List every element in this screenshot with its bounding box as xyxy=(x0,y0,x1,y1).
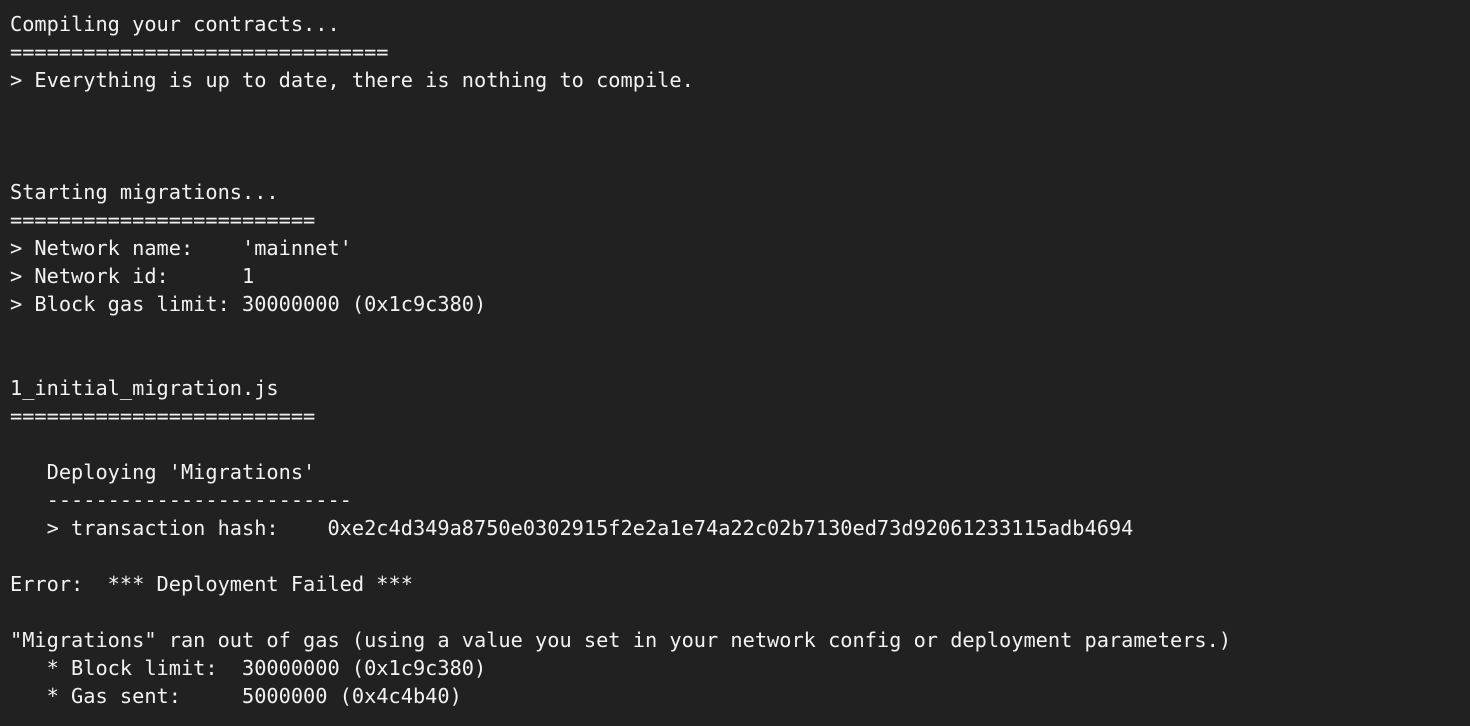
terminal-line-migrations-rule: ========================= xyxy=(10,208,316,232)
terminal-line-blank-4 xyxy=(10,318,1470,346)
terminal-line-deploying-contract: Deploying 'Migrations' xyxy=(10,460,316,484)
terminal-line-blank-1 xyxy=(10,94,1470,122)
terminal-line-error-deployment-failed: Error: *** Deployment Failed *** xyxy=(10,572,413,596)
terminal-line-blank-6 xyxy=(10,430,1470,458)
terminal-line-error-out-of-gas: "Migrations" ran out of gas (using a val… xyxy=(10,628,1232,652)
terminal-line-deploying-rule: ------------------------- xyxy=(10,488,352,512)
terminal-line-blank-7 xyxy=(10,542,1470,570)
terminal-line-error-gas-sent: * Gas sent: 5000000 (0x4c4b40) xyxy=(10,684,462,708)
terminal-line-blank-8 xyxy=(10,598,1470,626)
terminal-line-blank-3 xyxy=(10,150,1470,178)
terminal-line-error-block-limit: * Block limit: 30000000 (0x1c9c380) xyxy=(10,656,487,680)
terminal-line-transaction-hash: > transaction hash: 0xe2c4d349a8750e0302… xyxy=(10,516,1134,540)
terminal-line-list: Compiling your contracts... =============… xyxy=(10,10,1470,710)
terminal-line-migration-file-rule: ========================= xyxy=(10,404,316,428)
terminal-line-block-gas-limit: > Block gas limit: 30000000 (0x1c9c380) xyxy=(10,292,487,316)
terminal-line-compiling-rule: =============================== xyxy=(10,40,389,64)
terminal-line-network-name: > Network name: 'mainnet' xyxy=(10,236,352,260)
terminal-line-compiling-header: Compiling your contracts... xyxy=(10,12,340,36)
terminal-line-migrations-header: Starting migrations... xyxy=(10,180,279,204)
terminal-line-network-id: > Network id: 1 xyxy=(10,264,255,288)
terminal-output[interactable]: Compiling your contracts... =============… xyxy=(0,0,1470,726)
terminal-line-blank-2 xyxy=(10,122,1470,150)
terminal-line-compiling-status: > Everything is up to date, there is not… xyxy=(10,68,694,92)
terminal-line-blank-5 xyxy=(10,346,1470,374)
terminal-line-migration-file: 1_initial_migration.js xyxy=(10,376,279,400)
